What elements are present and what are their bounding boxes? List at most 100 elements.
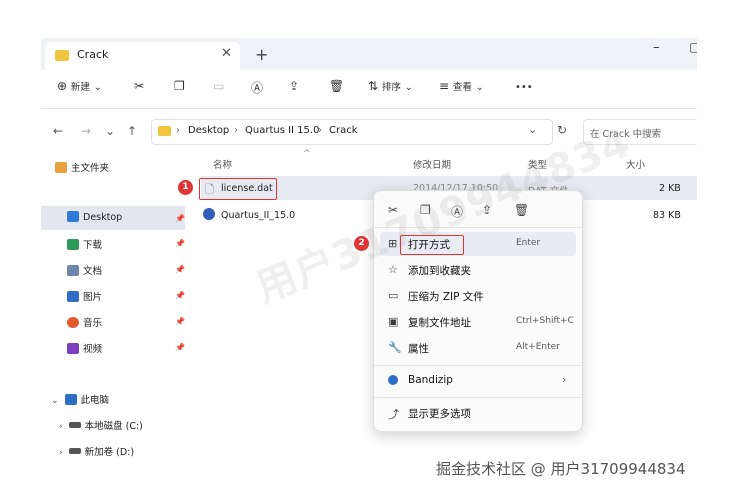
chevron-down-icon: ⌄ bbox=[475, 82, 484, 93]
breadcrumb-desktop[interactable]: Desktop bbox=[188, 125, 229, 136]
breadcrumb-sep: › bbox=[176, 125, 180, 136]
step-badge-1: 1 bbox=[178, 180, 193, 195]
sidebar-item-this-pc[interactable]: ⌄ 此电脑 bbox=[51, 392, 109, 410]
trash-icon: 🗑 bbox=[329, 79, 345, 93]
menu-divider bbox=[374, 365, 582, 366]
copy-button[interactable]: ❐ bbox=[174, 79, 185, 93]
sidebar-item-home[interactable]: 主文件夹 bbox=[55, 160, 109, 178]
menu-item-properties[interactable]: 🔧 属性 Alt+Enter bbox=[380, 336, 576, 360]
sidebar-item-drive-c[interactable]: › 本地磁盘 (C:) bbox=[59, 418, 143, 436]
menu-item-shortcut: Ctrl+Shift+C bbox=[516, 316, 574, 326]
home-icon bbox=[55, 162, 67, 173]
minimize-button[interactable]: – bbox=[653, 40, 660, 55]
address-dropdown-icon[interactable]: ⌄ bbox=[528, 123, 537, 136]
cut-button[interactable]: ✂ bbox=[134, 79, 144, 93]
sidebar-item-label: 文档 bbox=[83, 266, 103, 277]
sidebar-item-label: 本地磁盘 (C:) bbox=[84, 421, 143, 432]
copy-icon: ❐ bbox=[174, 79, 185, 93]
sidebar-item-drive-d[interactable]: › 新加卷 (D:) bbox=[59, 444, 134, 458]
more-button[interactable]: ••• bbox=[515, 82, 533, 93]
menu-item-label: Bandizip bbox=[408, 374, 453, 386]
column-header-date[interactable]: 修改日期 bbox=[413, 157, 451, 171]
recent-chevron-icon[interactable]: ⌄ bbox=[105, 124, 115, 138]
view-label: 查看 bbox=[452, 82, 472, 93]
breadcrumb-quartus[interactable]: Quartus II 15.0 bbox=[245, 125, 319, 136]
menu-item-label: 属性 bbox=[408, 343, 429, 355]
menu-item-shortcut: Alt+Enter bbox=[516, 342, 560, 352]
file-name[interactable]: license.dat bbox=[221, 183, 273, 194]
sidebar-item-videos[interactable]: 视频 bbox=[67, 341, 102, 359]
pin-icon: 📌 bbox=[175, 317, 185, 326]
sidebar-item-downloads[interactable]: 下载 bbox=[67, 237, 102, 255]
pin-icon: 📌 bbox=[175, 265, 185, 274]
breadcrumb-crack[interactable]: Crack bbox=[329, 125, 358, 136]
properties-icon: 🔧 bbox=[388, 341, 402, 354]
tab-crack[interactable]: Crack ✕ bbox=[45, 42, 240, 70]
up-arrow-icon[interactable]: ↑ bbox=[127, 124, 137, 138]
paste-button[interactable]: ▭ bbox=[213, 79, 224, 93]
close-tab-icon[interactable]: ✕ bbox=[221, 46, 232, 61]
new-button[interactable]: ⊕ 新建 ⌄ bbox=[57, 79, 102, 93]
sidebar-item-documents[interactable]: 文档 bbox=[67, 263, 102, 281]
menu-item-label: 复制文件地址 bbox=[408, 317, 471, 329]
share-icon: ⇪ bbox=[289, 79, 300, 93]
music-icon bbox=[67, 317, 79, 328]
menu-item-label: 添加到收藏夹 bbox=[408, 265, 471, 277]
download-icon bbox=[67, 239, 79, 250]
chevron-down-icon: ⌄ bbox=[404, 82, 413, 93]
sidebar-item-label: Desktop bbox=[83, 212, 123, 223]
file-icon: 🗋 bbox=[205, 183, 214, 196]
menu-item-zip[interactable]: ▭ 压缩为 ZIP 文件 bbox=[380, 284, 576, 308]
sidebar-item-label: 视频 bbox=[83, 344, 103, 355]
view-button[interactable]: ≡ 查看 ⌄ bbox=[439, 79, 484, 93]
folder-icon bbox=[55, 50, 69, 61]
bandizip-icon bbox=[388, 375, 398, 385]
sidebar-item-label: 下载 bbox=[83, 240, 103, 251]
new-tab-button[interactable]: + bbox=[255, 45, 268, 64]
sort-button[interactable]: ⇅ 排序 ⌄ bbox=[368, 79, 413, 93]
pin-icon: 📌 bbox=[175, 214, 185, 223]
chevron-down-icon: ⌄ bbox=[51, 396, 59, 406]
sort-icon: ⇅ bbox=[368, 79, 379, 93]
chevron-down-icon: ⌄ bbox=[93, 82, 102, 93]
share-button[interactable]: ⇪ bbox=[289, 79, 299, 93]
sidebar-item-music[interactable]: 音乐 bbox=[67, 315, 102, 333]
sidebar-item-pictures[interactable]: 图片 bbox=[67, 289, 102, 307]
menu-item-more-options[interactable]: ⤴ 显示更多选项 bbox=[380, 401, 576, 425]
sort-label: 排序 bbox=[381, 82, 401, 93]
star-icon: ☆ bbox=[388, 263, 398, 276]
title-bar: Crack ✕ + – ▢ bbox=[41, 38, 697, 70]
sidebar-item-label: 新加卷 (D:) bbox=[84, 447, 135, 458]
forward-arrow-icon[interactable]: → bbox=[81, 124, 91, 138]
menu-item-copy-path[interactable]: ▣ 复制文件地址 Ctrl+Shift+C bbox=[380, 310, 576, 334]
file-size: 2 KB bbox=[659, 183, 681, 194]
back-arrow-icon[interactable]: ← bbox=[53, 124, 63, 138]
document-icon bbox=[67, 265, 79, 276]
menu-divider bbox=[374, 397, 582, 398]
new-label: 新建 bbox=[70, 82, 90, 93]
menu-item-bandizip[interactable]: Bandizip › bbox=[380, 369, 576, 393]
column-header-name[interactable]: 名称 bbox=[213, 157, 232, 171]
maximize-button[interactable]: ▢ bbox=[689, 40, 697, 54]
pictures-icon bbox=[67, 291, 79, 302]
chevron-right-icon: › bbox=[59, 448, 63, 458]
zip-icon: ▭ bbox=[388, 289, 399, 302]
address-bar[interactable]: › Desktop › Quartus II 15.0 › Crack ⌄ bbox=[151, 119, 553, 145]
rename-button[interactable]: Ⓐ bbox=[251, 79, 263, 96]
sort-up-icon: ^ bbox=[303, 149, 311, 159]
sidebar-item-label: 音乐 bbox=[83, 318, 103, 329]
menu-item-label: 显示更多选项 bbox=[408, 408, 471, 420]
video-icon bbox=[67, 343, 79, 354]
menu-item-add-favorite[interactable]: ☆ 添加到收藏夹 bbox=[380, 258, 576, 282]
breadcrumb-sep: › bbox=[234, 125, 238, 136]
pin-icon: 📌 bbox=[175, 239, 185, 248]
this-pc-icon bbox=[64, 394, 77, 405]
drive-icon bbox=[68, 422, 81, 428]
menu-item-label: 压缩为 ZIP 文件 bbox=[408, 291, 484, 303]
more-options-icon: ⤴ bbox=[388, 408, 399, 421]
file-name[interactable]: Quartus_II_15.0 bbox=[221, 210, 295, 221]
sidebar-item-label: 图片 bbox=[83, 292, 103, 303]
menu-item-shortcut: Enter bbox=[516, 238, 541, 248]
sidebar-item-desktop[interactable]: Desktop bbox=[67, 211, 122, 229]
delete-button[interactable]: 🗑 bbox=[329, 79, 344, 93]
